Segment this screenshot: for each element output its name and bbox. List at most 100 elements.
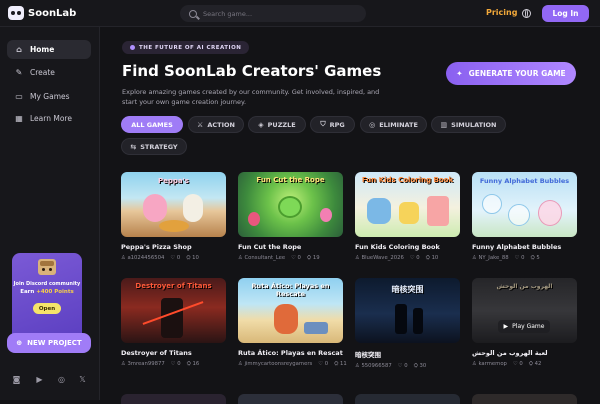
thumbnail-caption: Destroyer of Titans (135, 282, 212, 290)
new-project-button[interactable]: ⊕ NEW PROJECT (7, 333, 91, 353)
titan-silhouette (161, 298, 183, 338)
thumbnail-caption: Funny Alphabet Bubbles (479, 177, 570, 185)
game-thumbnail[interactable]: Ruta Ático: Playas en Rescate (238, 278, 343, 343)
monster-character (278, 196, 302, 218)
filter-strategy[interactable]: ⇆ STRATEGY (121, 138, 187, 155)
rabbit-character (183, 194, 203, 222)
game-thumbnail[interactable]: Peppa's (121, 172, 226, 237)
promo-points: +400 Points (36, 289, 74, 295)
app-logo[interactable]: SoonLab (8, 6, 76, 20)
author-name: ♙ jimmycartoonsreygamers (238, 361, 313, 367)
game-title[interactable]: Fun Kids Coloring Book (355, 243, 460, 251)
game-card-partial[interactable] (472, 394, 577, 404)
sidebar-item-home[interactable]: ⌂ Home (7, 40, 91, 59)
discord-promo-card[interactable]: Join Discord community Earn +400 Points … (12, 253, 82, 345)
game-title[interactable]: 暗核突围 (355, 349, 460, 359)
game-meta: ♙ jimmycartoonsreygamers ♡ 0 ⛭ 11 (238, 361, 347, 368)
game-title[interactable]: Fun Cut the Rope (238, 243, 343, 251)
trash-pile-image (304, 322, 328, 334)
page-title: Find SoonLab Creators' Games (122, 62, 382, 80)
boy-character (274, 304, 298, 334)
filter-label: ALL GAMES (131, 120, 173, 129)
search-icon (189, 9, 197, 18)
filter-rpg[interactable]: ⛉ RPG (310, 116, 355, 133)
game-card[interactable]: Fun Cut the Rope Fun Cut the Rope ♙ Cons… (238, 172, 343, 262)
play-count: ⛭ 10 (425, 255, 439, 261)
globe-icon[interactable] (522, 9, 531, 18)
game-title[interactable]: Funny Alphabet Bubbles (472, 243, 577, 251)
play-count: ⛭ 19 (306, 255, 320, 261)
filter-simulation[interactable]: ▥ SIMULATION (431, 116, 506, 133)
thumbnail-caption: Peppa's (158, 177, 189, 185)
game-title[interactable]: لعبة الهروب من الوحش (472, 349, 577, 357)
wand-icon: ✎ (15, 67, 23, 77)
sidebar-item-label: My Games (30, 92, 70, 101)
search-input[interactable] (203, 9, 353, 18)
game-card-partial[interactable] (121, 394, 226, 404)
play-count: ⛭ 10 (186, 255, 199, 261)
puzzle-icon: ◈ (258, 120, 264, 129)
game-card-partial[interactable] (355, 394, 460, 404)
pricing-link[interactable]: Pricing (486, 8, 517, 17)
game-meta: ♙ 550966587 ♡ 0 ⛭ 30 (355, 363, 460, 370)
instagram-icon[interactable]: ◎ (57, 375, 66, 384)
filter-all-games[interactable]: ALL GAMES (121, 116, 183, 133)
game-card[interactable]: 暗核突围 暗核突围 ♙ 550966587 ♡ 0 ⛭ 30 (355, 278, 460, 370)
sidebar-item-my-games[interactable]: ▭ My Games (7, 87, 91, 106)
game-meta: ♙ BlueWave_2026 ♡ 0 ⛭ 10 (355, 255, 460, 262)
game-card[interactable]: Ruta Ático: Playas en Rescate Ruta Ático… (238, 278, 347, 368)
game-title[interactable]: Destroyer of Titans (121, 349, 226, 357)
game-thumbnail[interactable]: Fun Kids Coloring Book (355, 172, 460, 237)
login-button[interactable]: Log In (542, 5, 589, 22)
like-count: ♡ 0 (170, 255, 181, 261)
like-count: ♡ 0 (409, 255, 420, 261)
strategy-icon: ⇆ (130, 142, 137, 151)
new-project-label: NEW PROJECT (27, 339, 82, 347)
chart-icon: ▥ (440, 120, 448, 129)
sword-icon: ⚔ (197, 120, 204, 129)
game-thumbnail[interactable]: Fun Cut the Rope (238, 172, 343, 237)
game-thumbnail[interactable]: Destroyer of Titans (121, 278, 226, 343)
sidebar-item-learn-more[interactable]: ▦ Learn More (7, 109, 91, 128)
filter-action[interactable]: ⚔ ACTION (188, 116, 244, 133)
home-icon: ⌂ (16, 44, 22, 54)
sparkle-icon (130, 45, 135, 50)
pig-character (143, 194, 167, 222)
game-card[interactable]: Destroyer of Titans Destroyer of Titans … (121, 278, 226, 368)
game-card-partial[interactable] (238, 394, 343, 404)
filter-puzzle[interactable]: ◈ PUZZLE (248, 116, 306, 133)
game-thumbnail[interactable]: الهروب من الوحش ▶ Play Game (472, 278, 577, 343)
author-name: ♙ BlueWave_2026 (355, 255, 404, 261)
bubble-image (482, 194, 502, 214)
x-icon[interactable]: 𝕏 (78, 375, 87, 384)
author-name: ♙ 550966587 (355, 363, 392, 369)
game-card[interactable]: الهروب من الوحش ▶ Play Game لعبة الهروب … (472, 278, 577, 368)
play-label: Play Game (512, 323, 545, 330)
game-card[interactable]: Fun Kids Coloring Book Fun Kids Coloring… (355, 172, 460, 262)
tagline-text: THE FUTURE OF AI CREATION (139, 44, 242, 51)
hover-overlay (472, 278, 577, 343)
filter-label: STRATEGY (140, 142, 178, 151)
play-icon: ▶ (503, 323, 509, 330)
play-game-button[interactable]: ▶ Play Game (498, 320, 550, 333)
game-meta: ♙ 3mrean99877 ♡ 0 ⛭ 16 (121, 361, 226, 368)
game-thumbnail[interactable]: 暗核突围 (355, 278, 460, 343)
promo-title: Join Discord community (13, 281, 81, 287)
promo-open-button[interactable]: Open (33, 303, 61, 314)
game-title[interactable]: Ruta Ático: Playas en Rescate (238, 349, 343, 357)
filter-eliminate[interactable]: ◎ ELIMINATE (360, 116, 427, 133)
candy-image (248, 212, 260, 226)
discord-icon[interactable]: ◙ (12, 375, 21, 384)
game-thumbnail[interactable]: Funny Alphabet Bubbles (472, 172, 577, 237)
sidebar-item-create[interactable]: ✎ Create (7, 63, 91, 82)
game-meta: ♙ Consultant_Lee ♡ 0 ⛭ 19 (238, 255, 343, 262)
game-card[interactable]: Peppa's Peppa's Pizza Shop ♙ a1024456504… (121, 172, 226, 262)
mushroom-image (320, 208, 332, 222)
filter-label: SIMULATION (451, 120, 497, 129)
bubble-image (508, 204, 530, 226)
game-title[interactable]: Peppa's Pizza Shop (121, 243, 226, 251)
game-card[interactable]: Funny Alphabet Bubbles Funny Alphabet Bu… (472, 172, 577, 262)
search-bar[interactable] (180, 5, 366, 22)
youtube-icon[interactable]: ▶ (35, 375, 44, 384)
generate-game-button[interactable]: ✦ GENERATE YOUR GAME (446, 62, 576, 85)
